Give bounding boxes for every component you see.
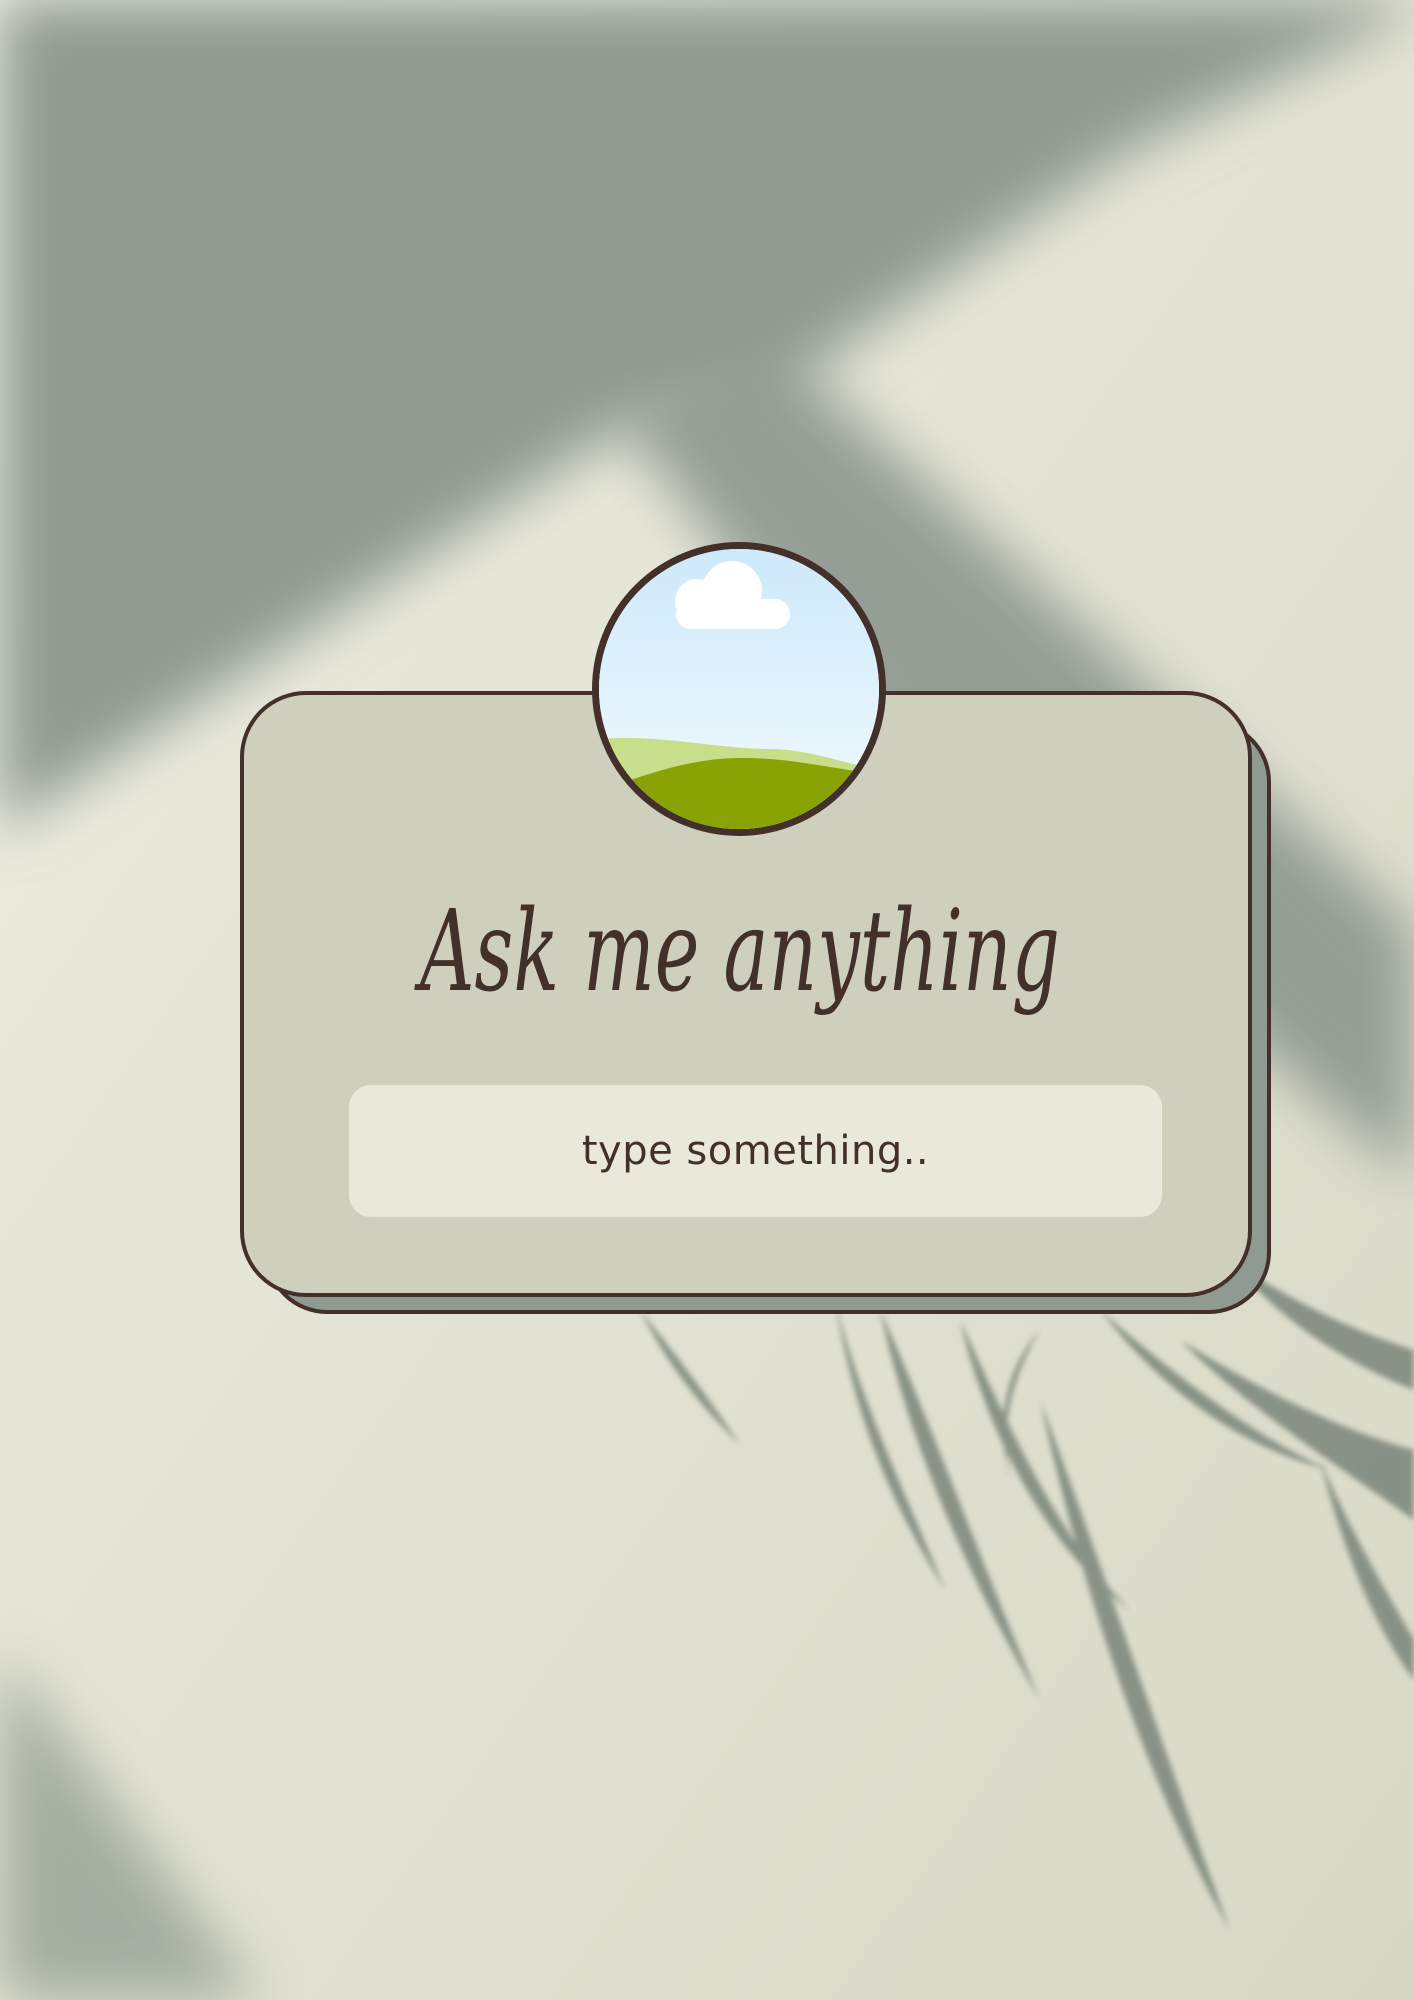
input-placeholder: type something..	[581, 1128, 930, 1174]
page-title: Ask me anything	[380, 840, 1100, 1080]
heading-text: Ask me anything	[414, 887, 1060, 1017]
avatar	[592, 542, 886, 836]
landscape-icon	[599, 549, 879, 829]
ask-input[interactable]: type something..	[349, 1085, 1162, 1217]
